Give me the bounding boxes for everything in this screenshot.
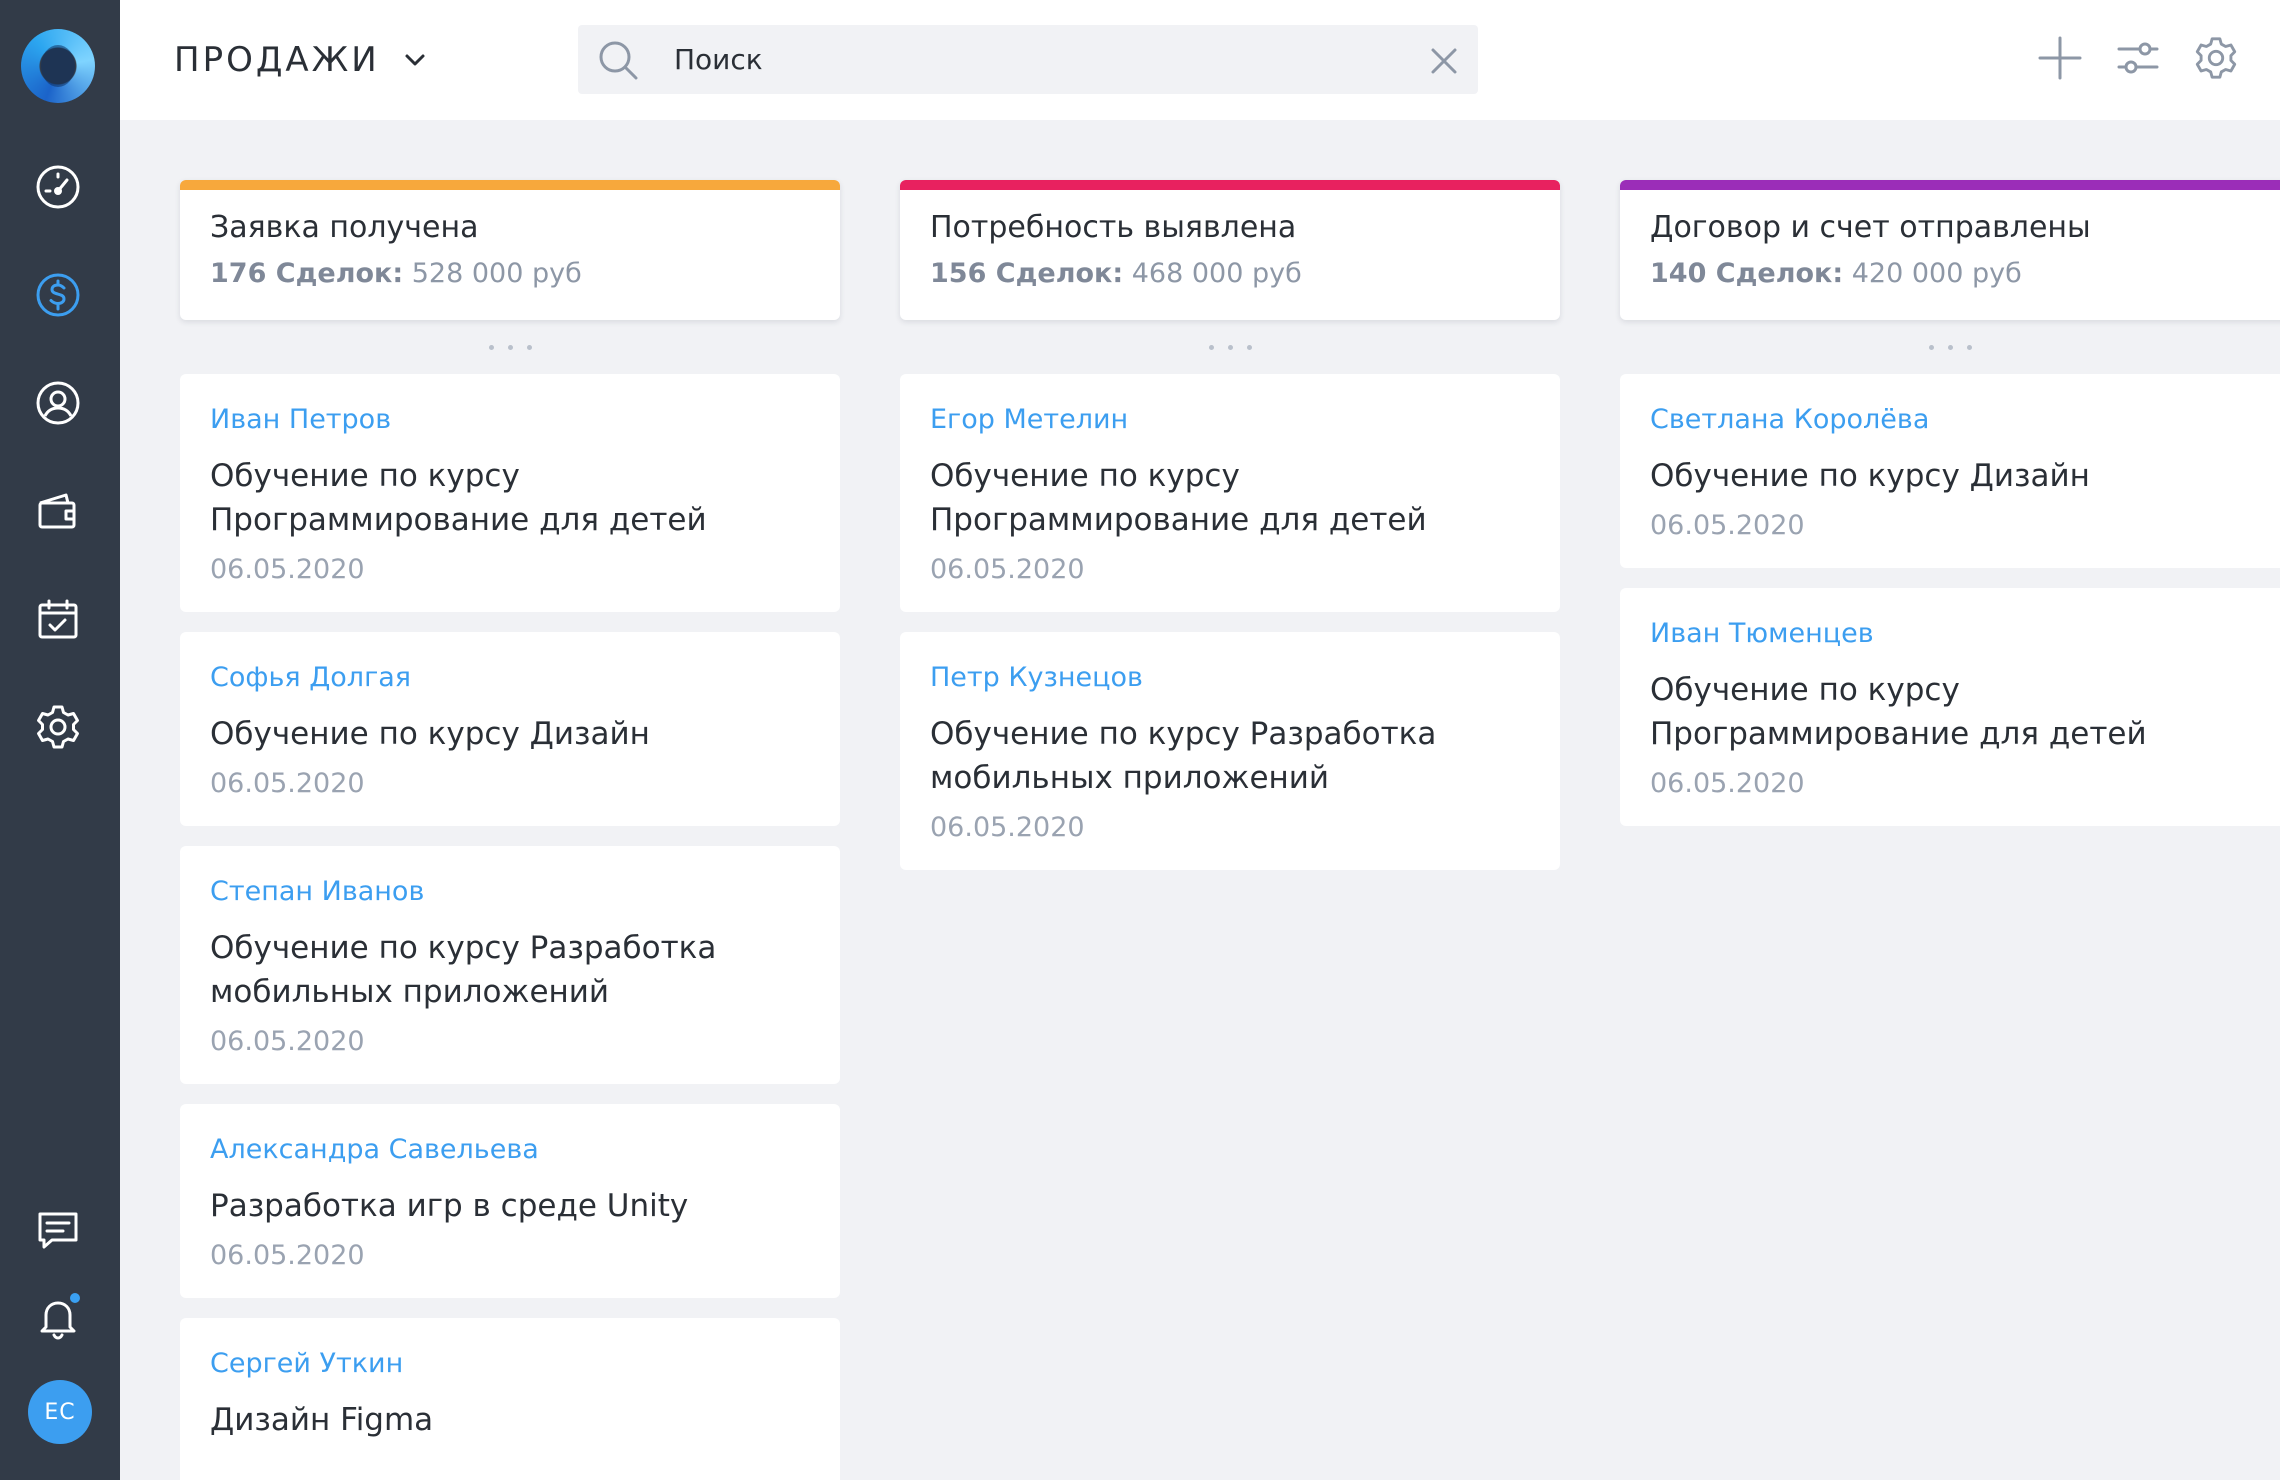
section-dropdown[interactable]: ПРОДАЖИ <box>174 40 428 80</box>
stage-color-bar <box>1620 180 2280 190</box>
column-title: Договор и счет отправлены <box>1650 210 2091 245</box>
deal-title: Обучение по курсу Программирование для де… <box>930 458 1427 538</box>
client-name[interactable]: Александра Савельева <box>210 1130 810 1170</box>
top-bar: ПРОДАЖИ <box>120 0 2280 120</box>
user-avatar[interactable]: ЕС <box>28 1380 92 1444</box>
sidebar-item-settings[interactable] <box>28 697 88 757</box>
deal-date: 06.05.2020 <box>1650 768 1805 799</box>
client-name[interactable]: Иван Тюменцев <box>1650 614 2280 654</box>
sliders-filter-icon <box>2117 42 2159 74</box>
deal-card[interactable]: Софья Долгая Обучение по курсу Дизайн 06… <box>180 632 840 826</box>
clear-search-icon[interactable] <box>1428 45 1460 77</box>
stage-color-bar <box>900 180 1560 190</box>
deal-title: Разработка игр в среде Unity <box>210 1188 689 1224</box>
pipeline-column-1: Заявка получена 176 Сделок: 528 000 руб … <box>180 180 840 1480</box>
client-name[interactable]: Петр Кузнецов <box>930 658 1530 698</box>
deal-date: 06.05.2020 <box>210 554 365 585</box>
deal-title: Обучение по курсу Дизайн <box>210 716 650 752</box>
chevron-down-icon <box>405 54 425 66</box>
sidebar-item-wallet[interactable] <box>28 481 88 541</box>
deal-count: 156 Сделок: <box>930 258 1124 289</box>
pipeline-column-2: Потребность выявлена 156 Сделок: 468 000… <box>900 180 1560 890</box>
deal-card[interactable]: Степан Иванов Обучение по курсу Разработ… <box>180 846 840 1084</box>
dashboard-gauge-icon <box>36 165 80 209</box>
user-circle-icon <box>36 381 80 425</box>
sidebar: ЕС <box>0 0 120 1480</box>
column-menu-dots[interactable] <box>180 320 840 374</box>
column-header[interactable]: Договор и счет отправлены 140 Сделок: 42… <box>1620 180 2280 320</box>
client-name[interactable]: Иван Петров <box>210 400 810 440</box>
sidebar-item-notifications[interactable] <box>28 1287 88 1347</box>
search-icon <box>599 41 638 80</box>
client-name[interactable]: Сергей Уткин <box>210 1344 810 1384</box>
filter-button[interactable] <box>2108 28 2168 88</box>
deal-title: Обучение по курсу Разработка мобильных пр… <box>930 716 1437 796</box>
deal-title: Обучение по курсу Программирование для де… <box>1650 672 2147 752</box>
sidebar-item-contacts[interactable] <box>28 373 88 433</box>
deal-date: 06.05.2020 <box>930 554 1085 585</box>
column-header[interactable]: Заявка получена 176 Сделок: 528 000 руб <box>180 180 840 320</box>
search-input[interactable] <box>674 37 1374 81</box>
client-name[interactable]: Светлана Королёва <box>1650 400 2280 440</box>
column-summary: 140 Сделок: 420 000 руб <box>1650 258 2022 289</box>
deal-title: Обучение по курсу Разработка мобильных пр… <box>210 930 717 1010</box>
deal-count: 140 Сделок: <box>1650 258 1844 289</box>
deal-card[interactable]: Александра Савельева Разработка игр в ср… <box>180 1104 840 1298</box>
column-title: Заявка получена <box>210 210 479 245</box>
section-label: ПРОДАЖИ <box>174 40 380 80</box>
sidebar-item-messages[interactable] <box>28 1200 88 1260</box>
deal-card[interactable]: Иван Тюменцев Обучение по курсу Программи… <box>1620 588 2280 826</box>
deal-title: Обучение по курсу Программирование для де… <box>210 458 707 538</box>
deal-card[interactable]: Иван Петров Обучение по курсу Программиро… <box>180 374 840 612</box>
client-name[interactable]: Егор Метелин <box>930 400 1530 440</box>
stage-color-bar <box>180 180 840 190</box>
deal-card[interactable]: Егор Метелин Обучение по курсу Программир… <box>900 374 1560 612</box>
column-menu-dots[interactable] <box>1620 320 2280 374</box>
sidebar-item-dashboard[interactable] <box>28 157 88 217</box>
deal-date: 06.05.2020 <box>210 1240 365 1271</box>
deal-title: Дизайн Figma <box>210 1402 434 1438</box>
search-box <box>578 25 1478 94</box>
column-summary: 156 Сделок: 468 000 руб <box>930 258 1302 289</box>
notification-dot <box>68 1291 82 1305</box>
gear-icon <box>37 705 79 749</box>
deal-amount: 468 000 руб <box>1131 258 1302 289</box>
deal-amount: 420 000 руб <box>1851 258 2022 289</box>
client-name[interactable]: Софья Долгая <box>210 658 810 698</box>
column-title: Потребность выявлена <box>930 210 1297 245</box>
plus-icon <box>2038 36 2082 80</box>
pipeline-column-3: Договор и счет отправлены 140 Сделок: 42… <box>1620 180 2280 846</box>
deal-date: 06.05.2020 <box>930 812 1085 843</box>
board-settings-button[interactable] <box>2186 28 2246 88</box>
calendar-check-icon <box>38 599 78 639</box>
deal-date: 06.05.2020 <box>210 768 365 799</box>
deal-amount: 528 000 руб <box>411 258 582 289</box>
sidebar-item-calendar[interactable] <box>28 589 88 649</box>
column-menu-dots[interactable] <box>900 320 1560 374</box>
deal-date: 06.05.2020 <box>210 1026 365 1057</box>
add-deal-button[interactable] <box>2030 28 2090 88</box>
deal-card[interactable]: Светлана Королёва Обучение по курсу Диза… <box>1620 374 2280 568</box>
chat-icon <box>38 1212 78 1249</box>
sidebar-item-sales[interactable] <box>28 265 88 325</box>
deal-title: Обучение по курсу Дизайн <box>1650 458 2090 494</box>
client-name[interactable]: Степан Иванов <box>210 872 810 912</box>
app-logo-icon[interactable] <box>21 29 95 103</box>
deal-count: 176 Сделок: <box>210 258 404 289</box>
deal-card[interactable]: Петр Кузнецов Обучение по курсу Разработ… <box>900 632 1560 870</box>
deal-card[interactable]: Сергей Уткин Дизайн Figma <box>180 1318 840 1480</box>
deal-date: 06.05.2020 <box>1650 510 1805 541</box>
dollar-icon <box>36 273 80 317</box>
column-summary: 176 Сделок: 528 000 руб <box>210 258 582 289</box>
column-header[interactable]: Потребность выявлена 156 Сделок: 468 000… <box>900 180 1560 320</box>
gear-icon <box>2195 37 2237 79</box>
wallet-icon <box>38 493 76 529</box>
